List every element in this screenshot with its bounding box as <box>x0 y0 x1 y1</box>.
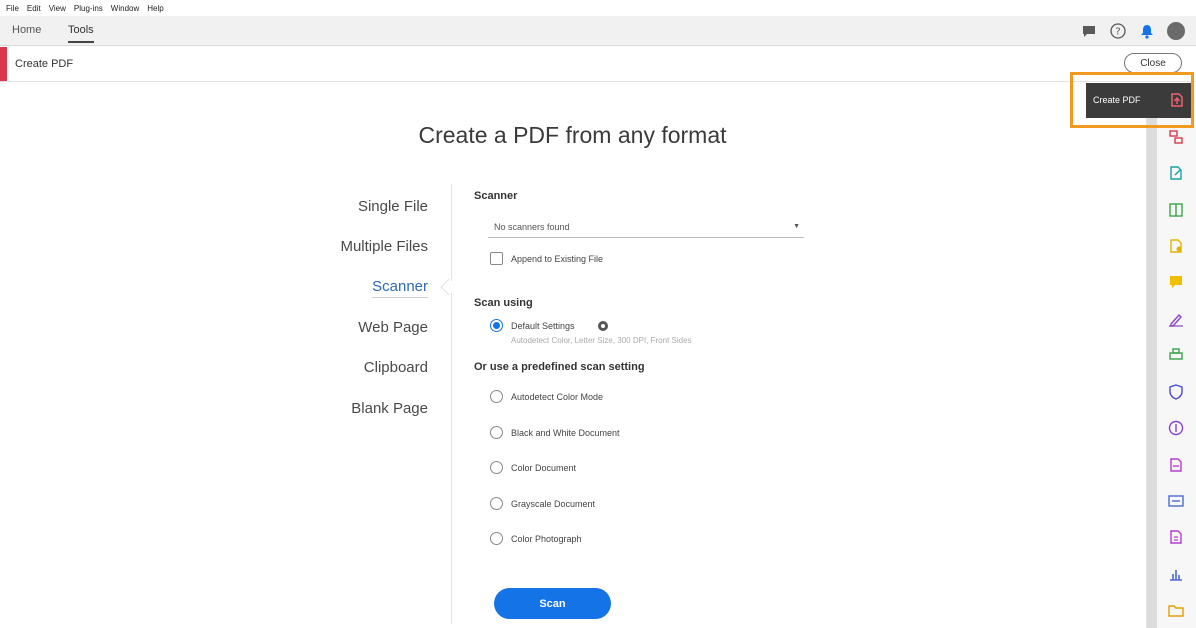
comment-bubble-icon[interactable] <box>1079 21 1099 41</box>
menu-bar: File Edit View Plug-ins Window Help <box>0 0 1196 16</box>
option-radio-grayscale[interactable] <box>490 497 503 510</box>
option-radio-color-document[interactable] <box>490 461 503 474</box>
highlight-box <box>1070 72 1194 128</box>
panel-divider <box>451 184 452 624</box>
print-production-icon[interactable] <box>1167 346 1185 364</box>
option-label-grayscale: Grayscale Document <box>511 499 596 509</box>
nav-web-page[interactable]: Web Page <box>358 319 428 336</box>
redact-icon[interactable] <box>1167 419 1185 437</box>
menu-plugins[interactable]: Plug-ins <box>74 4 103 13</box>
nav-multiple-files[interactable]: Multiple Files <box>340 238 428 255</box>
scanner-section-label: Scanner <box>474 190 518 202</box>
scanner-dropdown-value: No scanners found <box>494 222 570 232</box>
tool-color-bar <box>0 47 7 81</box>
close-button[interactable]: Close <box>1124 53 1182 73</box>
default-settings-radio[interactable] <box>490 319 503 332</box>
tab-bar: Home Tools <box>0 16 1196 46</box>
tab-tools[interactable]: Tools <box>68 24 94 43</box>
organize-pages-icon[interactable] <box>1167 237 1185 255</box>
nav-clipboard[interactable]: Clipboard <box>364 359 428 376</box>
scan-using-label: Scan using <box>474 297 533 309</box>
tool-title: Create PDF <box>15 58 74 70</box>
prepare-form-icon[interactable] <box>1167 492 1185 510</box>
default-settings-description: Autodetect Color, Letter Size, 300 DPI, … <box>511 336 692 345</box>
page-heading: Create a PDF from any format <box>418 122 727 148</box>
rail-scrollbar[interactable] <box>1147 83 1157 628</box>
default-settings-label: Default Settings <box>511 321 575 331</box>
combine-files-icon[interactable] <box>1167 128 1185 146</box>
chevron-down-icon: ▼ <box>793 223 800 230</box>
export-pdf-icon[interactable] <box>1167 201 1185 219</box>
send-for-comments-icon[interactable] <box>1167 456 1185 474</box>
predefined-label: Or use a predefined scan setting <box>474 361 645 373</box>
menu-help[interactable]: Help <box>147 4 163 13</box>
top-right-icons: ? <box>1070 21 1186 41</box>
option-radio-black-white[interactable] <box>490 426 503 439</box>
protect-icon[interactable] <box>1167 383 1185 401</box>
svg-text:?: ? <box>1115 27 1120 38</box>
menu-edit[interactable]: Edit <box>27 4 41 13</box>
comment-icon[interactable] <box>1167 273 1185 291</box>
nav-single-file[interactable]: Single File <box>358 198 428 215</box>
menu-window[interactable]: Window <box>111 4 139 13</box>
user-avatar[interactable] <box>1166 21 1186 41</box>
option-label-black-white: Black and White Document <box>511 428 620 438</box>
measure-icon[interactable] <box>1167 565 1185 583</box>
option-radio-autodetect[interactable] <box>490 390 503 403</box>
append-label: Append to Existing File <box>511 254 604 264</box>
option-label-autodetect: Autodetect Color Mode <box>511 392 604 402</box>
menu-file[interactable]: File <box>6 4 19 13</box>
fill-sign-icon[interactable] <box>1167 310 1185 328</box>
compare-icon[interactable] <box>1167 528 1185 546</box>
help-icon[interactable]: ? <box>1108 21 1128 41</box>
nav-scanner[interactable]: Scanner <box>372 278 428 298</box>
append-checkbox[interactable] <box>490 252 503 265</box>
active-nav-caret <box>440 278 458 296</box>
tab-home[interactable]: Home <box>12 24 41 36</box>
folder-icon[interactable] <box>1167 601 1185 619</box>
edit-pdf-icon[interactable] <box>1167 164 1185 182</box>
option-label-color-document: Color Document <box>511 463 577 473</box>
settings-gear-icon[interactable] <box>597 319 609 331</box>
menu-view[interactable]: View <box>49 4 66 13</box>
notification-bell-icon[interactable] <box>1137 21 1157 41</box>
option-label-color-photograph: Color Photograph <box>511 534 582 544</box>
scanner-dropdown[interactable]: No scanners found ▼ <box>488 218 804 238</box>
nav-blank-page[interactable]: Blank Page <box>351 400 428 417</box>
tool-header: Create PDF Close <box>0 47 1196 82</box>
scan-button[interactable]: Scan <box>494 588 611 619</box>
option-radio-color-photograph[interactable] <box>490 532 503 545</box>
